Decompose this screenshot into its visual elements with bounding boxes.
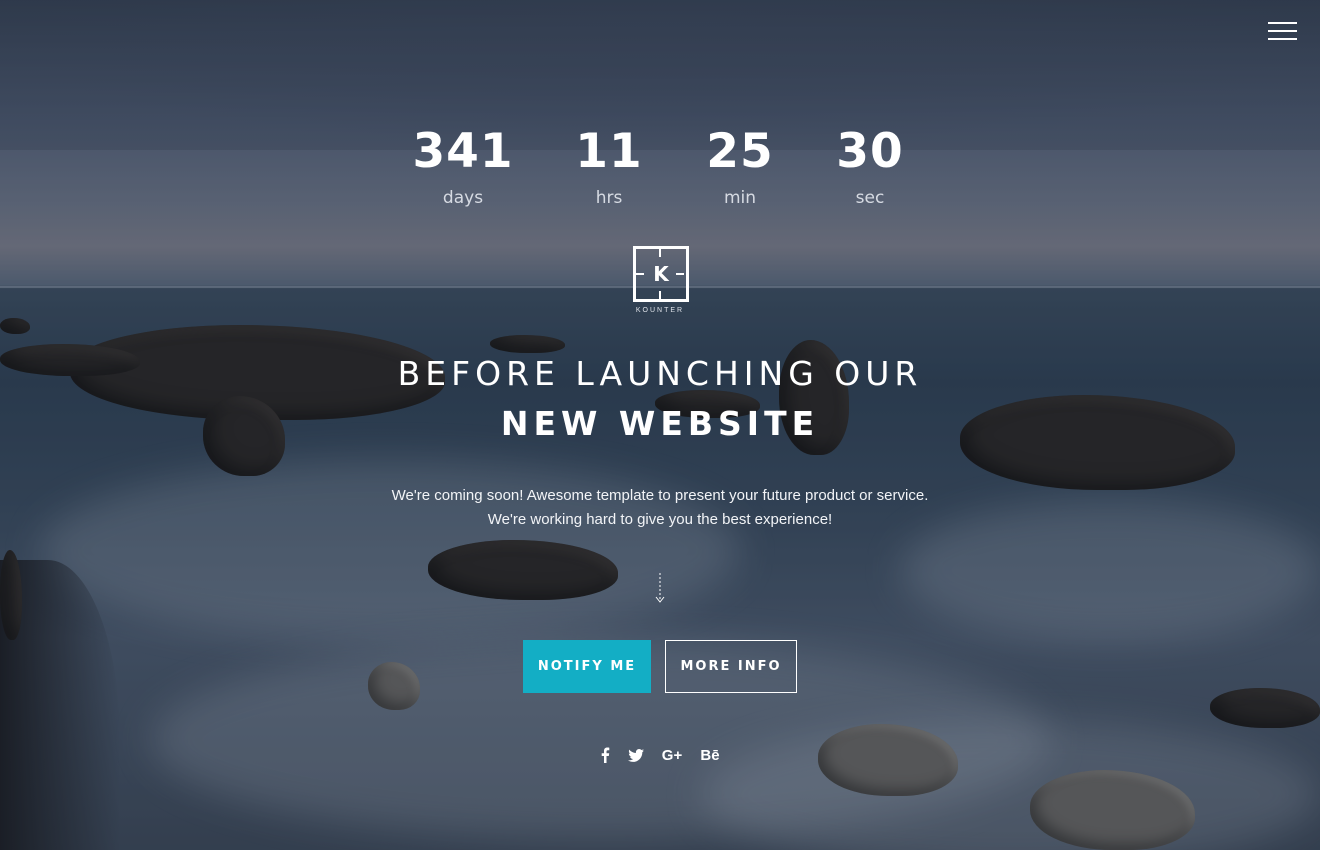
countdown-seconds: 30 sec — [810, 124, 930, 209]
countdown-value: 11 — [575, 124, 643, 179]
more-info-button[interactable]: MORE INFO — [665, 640, 797, 693]
countdown-label: hrs — [595, 188, 623, 208]
twitter-icon[interactable] — [626, 743, 646, 767]
countdown-hours: 11 hrs — [549, 124, 669, 209]
countdown-value: 341 — [412, 124, 514, 179]
logo[interactable]: K KOUNTER — [631, 246, 689, 318]
tagline-line-2: We're working hard to give you the best … — [487, 511, 833, 528]
countdown-value: 30 — [836, 124, 904, 179]
scroll-down-arrow-icon[interactable] — [654, 573, 666, 603]
countdown-label: days — [442, 188, 484, 208]
countdown-value: 25 — [706, 124, 774, 179]
countdown-label: min — [723, 188, 757, 208]
tagline: We're coming soon! Awesome template to p… — [0, 484, 1320, 532]
countdown-label: sec — [855, 188, 885, 208]
social-links: G+ Bē — [0, 743, 1320, 767]
logo-brand-name: KOUNTER — [635, 307, 685, 314]
notify-me-button[interactable]: NOTIFY ME — [523, 640, 651, 693]
hamburger-menu-icon[interactable] — [1268, 21, 1297, 41]
countdown-minutes: 25 min — [680, 124, 800, 209]
headline-line-2: NEW WEBSITE — [500, 404, 820, 443]
headline-line-1: BEFORE LAUNCHING OUR — [397, 354, 923, 393]
facebook-icon[interactable] — [596, 743, 614, 767]
countdown-timer: 341 days 11 hrs 25 min 30 sec — [0, 124, 1320, 214]
logo-letter: K — [653, 262, 669, 286]
behance-icon[interactable]: Bē — [697, 743, 723, 767]
google-plus-icon[interactable]: G+ — [659, 743, 685, 767]
countdown-days: 341 days — [403, 124, 523, 209]
tagline-line-1: We're coming soon! Awesome template to p… — [391, 487, 929, 504]
